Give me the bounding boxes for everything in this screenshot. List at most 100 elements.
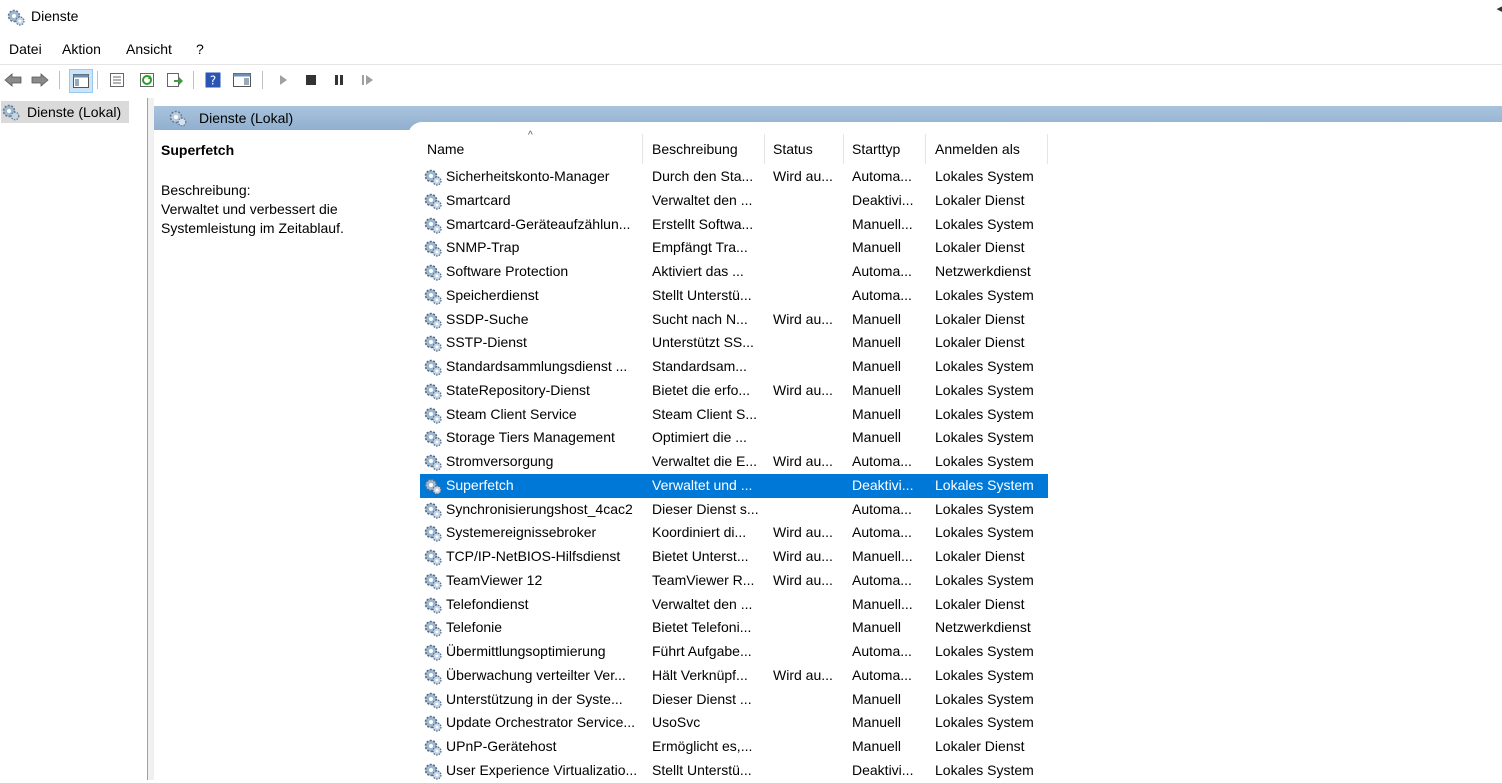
service-logon-as: Lokales System (935, 643, 1034, 659)
service-name: SNMP-Trap (446, 239, 520, 256)
export-list-icon[interactable] (165, 70, 185, 90)
service-startup-type: Automa... (852, 263, 912, 279)
table-row[interactable]: Telefondienst Verwaltet den ... Manuell...… (420, 593, 1048, 617)
service-name: Überwachung verteilter Ver... (446, 666, 626, 683)
table-row[interactable]: Superfetch Verwaltet und ... Deaktivi... Lo… (420, 473, 1048, 498)
menu-datei[interactable]: Datei (9, 41, 42, 57)
column-header-anmelden-als[interactable]: Anmelden als (935, 134, 1047, 164)
table-row[interactable]: Storage Tiers Management Optimiert die ..… (420, 426, 1048, 450)
service-description: Durch den Sta... (652, 168, 754, 184)
table-row[interactable]: Synchronisierungshost_4cac2 Dieser Dienst… (420, 498, 1048, 522)
service-startup-type: Automa... (852, 643, 912, 659)
column-header-starttyp[interactable]: Starttyp (852, 134, 925, 164)
column-separator[interactable] (1047, 134, 1048, 164)
stop-service-icon[interactable] (301, 70, 321, 90)
table-row[interactable]: TeamViewer 12 TeamViewer R... Wird au... Au… (420, 569, 1048, 593)
service-description: Führt Aufgabe... (652, 643, 752, 659)
service-description: Bietet Unterst... (652, 548, 749, 564)
service-logon-as: Lokales System (935, 524, 1034, 541)
console-tree-icon[interactable] (69, 69, 93, 93)
service-name: Speicherdienst (446, 286, 539, 303)
service-gear-icon (424, 715, 442, 732)
table-row[interactable]: SSDP-Suche Sucht nach N... Wird au... Manue… (420, 308, 1048, 332)
column-header-name[interactable]: Name (427, 134, 642, 164)
refresh-icon[interactable] (137, 70, 157, 90)
service-gear-icon (424, 359, 442, 376)
table-row[interactable]: Telefonie Bietet Telefoni... Manuell Netzwe… (420, 616, 1048, 640)
column-separator[interactable] (642, 134, 643, 164)
service-startup-type: Automa... (852, 666, 912, 683)
table-row[interactable]: Speicherdienst Stellt Unterstü... Automa..… (420, 284, 1048, 308)
service-name: Telefondienst (446, 595, 529, 612)
service-name: Smartcard (446, 191, 511, 208)
pause-service-icon[interactable] (329, 70, 349, 90)
service-logon-as: Lokaler Dienst (935, 310, 1025, 327)
services-gear-icon (2, 104, 20, 121)
service-name: TeamViewer 12 (446, 571, 543, 588)
table-row[interactable]: Unterstützung in der Syste... Dieser Dien… (420, 688, 1048, 712)
table-row[interactable]: SNMP-Trap Empfängt Tra... Manuell Lokaler D… (420, 236, 1048, 260)
description-label: Beschreibung: (161, 182, 251, 198)
services-gear-icon (7, 9, 25, 26)
forward-icon[interactable] (30, 70, 50, 90)
menu-help[interactable]: ? (196, 41, 204, 57)
service-logon-as: Lokales System (935, 168, 1034, 184)
column-separator[interactable] (764, 134, 765, 164)
table-row[interactable]: Systemereignissebroker Koordiniert di... W… (420, 521, 1048, 545)
service-status: Wird au... (773, 453, 833, 469)
panel-title: Dienste (Lokal) (199, 110, 294, 126)
column-header-beschreibung[interactable]: Beschreibung (652, 134, 764, 164)
service-description: Verwaltet und ... (652, 476, 753, 493)
table-row[interactable]: Übermittlungsoptimierung Führt Aufgabe...… (420, 640, 1048, 664)
service-name: Superfetch (446, 476, 514, 493)
service-startup-type: Manuell (852, 405, 902, 422)
back-icon[interactable] (3, 70, 23, 90)
service-name: Systemereignissebroker (446, 524, 597, 541)
column-header-status[interactable]: Status (773, 134, 843, 164)
service-startup-type: Manuell (852, 381, 902, 398)
service-logon-as: Lokales System (935, 381, 1034, 398)
service-name: Update Orchestrator Service... (446, 714, 636, 731)
service-gear-icon (424, 407, 442, 424)
table-row[interactable]: Smartcard-Geräteaufzählun... Erstellt Sof… (420, 213, 1048, 237)
table-row[interactable]: UPnP-Gerätehost Ermöglicht es,... Manuell L… (420, 735, 1048, 759)
table-row[interactable]: StateRepository-Dienst Bietet die erfo...… (420, 379, 1048, 403)
service-gear-icon (424, 288, 442, 305)
help-icon[interactable]: ? (203, 70, 223, 90)
table-row[interactable]: TCP/IP-NetBIOS-Hilfsdienst Bietet Unterst… (420, 545, 1048, 569)
menu-aktion[interactable]: Aktion (62, 41, 101, 57)
resume-service-icon[interactable] (358, 70, 378, 90)
service-startup-type: Automa... (852, 453, 912, 469)
corner-arrow-icon[interactable]: ◂ (1496, 2, 1502, 15)
properties-icon[interactable] (107, 70, 127, 90)
table-row[interactable]: Überwachung verteilter Ver... Hält Verknü… (420, 664, 1048, 688)
action-pane-icon[interactable] (232, 70, 252, 90)
start-service-icon[interactable] (273, 70, 293, 90)
service-name: Standardsammlungsdienst ... (446, 358, 628, 374)
column-separator[interactable] (925, 134, 926, 164)
column-separator[interactable] (843, 134, 844, 164)
service-logon-as: Lokaler Dienst (935, 191, 1025, 208)
table-row[interactable]: Smartcard Verwaltet den ... Deaktivi... Lok… (420, 189, 1048, 213)
service-startup-type: Deaktivi... (852, 761, 914, 778)
service-description: Bietet Telefoni... (652, 619, 752, 636)
table-row[interactable]: Sicherheitskonto-Manager Durch den Sta...… (420, 165, 1048, 189)
title-bar: Dienste ◂ (0, 0, 1502, 34)
table-row[interactable]: Stromversorgung Verwaltet die E... Wird au… (420, 450, 1048, 474)
service-name: SSDP-Suche (446, 310, 529, 327)
menu-ansicht[interactable]: Ansicht (126, 41, 172, 57)
table-row[interactable]: Software Protection Aktiviert das ... Auto… (420, 260, 1048, 284)
service-status: Wird au... (773, 548, 833, 564)
table-row[interactable]: Standardsammlungsdienst ... Standardsam..… (420, 355, 1048, 379)
service-logon-as: Lokales System (935, 453, 1034, 469)
table-row[interactable]: SSTP-Dienst Unterstützt SS... Manuell Lokal… (420, 331, 1048, 355)
table-row[interactable]: Steam Client Service Steam Client S... Man… (420, 403, 1048, 427)
table-row[interactable]: Update Orchestrator Service... UsoSvc Manu… (420, 711, 1048, 735)
tree-node-services-local[interactable]: Dienste (Lokal) (1, 101, 129, 123)
service-name: Sicherheitskonto-Manager (446, 168, 610, 184)
service-gear-icon (424, 478, 442, 495)
service-startup-type: Automa... (852, 168, 912, 184)
table-row[interactable]: User Experience Virtualizatio... Stellt U… (420, 759, 1048, 783)
service-description: Bietet die erfo... (652, 381, 751, 398)
svg-text:?: ? (210, 74, 216, 88)
